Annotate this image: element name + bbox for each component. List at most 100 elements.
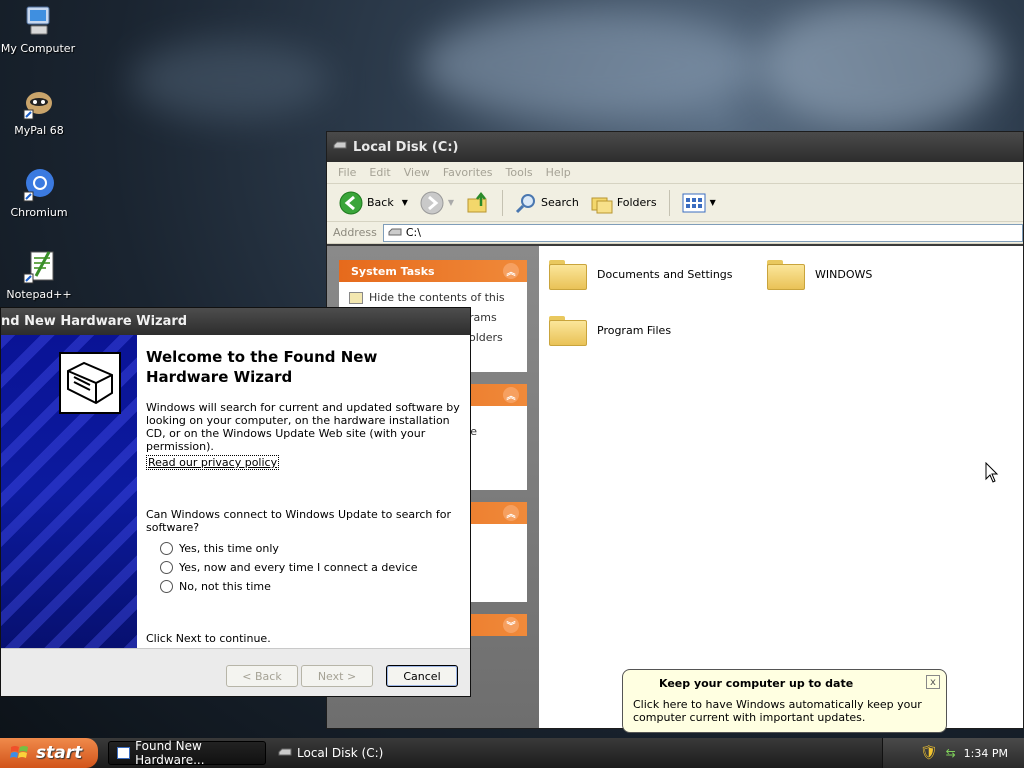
radio-button[interactable] <box>160 542 173 555</box>
forward-button[interactable]: ▼ <box>416 189 458 217</box>
menu-view[interactable]: View <box>404 166 430 179</box>
close-icon[interactable]: x <box>926 675 940 689</box>
folder-item[interactable]: WINDOWS <box>767 258 872 290</box>
radio-button[interactable] <box>160 580 173 593</box>
folder-item[interactable]: Documents and Settings <box>549 258 733 290</box>
expand-chevron-icon[interactable]: ︾ <box>503 617 519 633</box>
wizard-content: Welcome to the Found New Hardware Wizard… <box>137 335 470 648</box>
system-tasks-title: System Tasks <box>351 264 435 278</box>
taskbar-item-local-disk[interactable]: Local Disk (C:) <box>270 741 428 765</box>
address-label: Address <box>333 226 377 239</box>
clock[interactable]: 1:34 PM <box>964 747 1008 760</box>
folder-item[interactable]: Program Files <box>549 314 671 346</box>
menu-file[interactable]: File <box>338 166 356 179</box>
radio-option-this-time[interactable]: Yes, this time only <box>160 542 461 555</box>
collapse-chevron-icon[interactable]: ︽ <box>503 505 519 521</box>
taskbar-item-label: Found New Hardware... <box>135 739 205 767</box>
back-arrow-icon <box>339 191 363 214</box>
wizard-title: nd New Hardware Wizard <box>1 314 188 329</box>
update-notification-balloon[interactable]: Keep your computer up to date Click here… <box>622 669 947 733</box>
back-button[interactable]: Back ▼ <box>335 189 412 217</box>
computer-icon <box>21 4 55 38</box>
menu-tools[interactable]: Tools <box>506 166 533 179</box>
notepad-plus-plus-icon <box>22 250 56 284</box>
menu-favorites[interactable]: Favorites <box>443 166 493 179</box>
address-bar: Address C:\ <box>327 222 1023 244</box>
task-hide-contents-label: Hide the contents of this <box>369 291 505 304</box>
hardware-card-icon <box>59 352 121 414</box>
forward-arrow-icon <box>420 191 444 214</box>
up-folder-button[interactable] <box>462 189 494 217</box>
folders-icon <box>591 197 613 213</box>
desktop-icon-chromium[interactable]: Chromium <box>1 168 77 219</box>
privacy-policy-link[interactable]: Read our privacy policy <box>146 455 280 470</box>
mouse-cursor-icon <box>985 462 999 483</box>
search-label: Search <box>541 196 579 209</box>
drive-icon <box>278 748 292 756</box>
chevron-down-icon: ▼ <box>709 198 716 207</box>
desktop-icon-mypal[interactable]: MyPal 68 <box>1 86 77 137</box>
chevron-down-icon[interactable]: ▼ <box>402 198 408 207</box>
system-tasks-header[interactable]: System Tasks ︽ <box>339 260 527 282</box>
wizard-intro-text: Windows will search for current and upda… <box>146 401 460 453</box>
wizard-side-banner <box>1 335 137 648</box>
up-folder-icon <box>467 191 487 212</box>
toolbar-separator <box>668 189 670 216</box>
collapse-chevron-icon[interactable]: ︽ <box>503 387 519 403</box>
hardware-wizard-dialog[interactable]: nd New Hardware Wizard Welcome to the Fo… <box>0 307 471 697</box>
toolbar: Back ▼ ▼ Search Folders ▼ <box>327 184 1023 222</box>
wizard-titlebar[interactable]: nd New Hardware Wizard <box>1 308 470 335</box>
folder-icon <box>549 314 587 346</box>
desktop-icon-notepadpp[interactable]: Notepad++ <box>1 250 77 301</box>
collapse-chevron-icon[interactable]: ︽ <box>503 263 519 279</box>
system-tray: 🛡 ⇆ 1:34 PM <box>882 738 1024 768</box>
explorer-titlebar[interactable]: Local Disk (C:) <box>327 132 1023 162</box>
search-button[interactable]: Search <box>511 190 583 216</box>
wizard-question: Can Windows connect to Windows Update to… <box>146 508 452 534</box>
start-button[interactable]: start <box>0 738 98 768</box>
security-shield-icon[interactable]: 🛡 <box>920 745 938 761</box>
chromium-icon <box>22 168 56 202</box>
task-item-label: olders <box>469 331 503 344</box>
next-button[interactable]: Next > <box>301 665 373 687</box>
wizard-heading: Welcome to the Found New Hardware Wizard <box>146 348 378 386</box>
radio-option-label: No, not this time <box>179 580 271 593</box>
views-grid-icon <box>682 193 706 212</box>
back-button[interactable]: < Back <box>226 665 298 687</box>
chevron-down-icon[interactable]: ▼ <box>448 198 454 207</box>
radio-option-not-this-time[interactable]: No, not this time <box>160 580 461 593</box>
address-input[interactable]: C:\ <box>382 223 1023 242</box>
network-icon[interactable]: ⇆ <box>946 746 956 760</box>
cancel-button[interactable]: Cancel <box>386 665 458 687</box>
desktop-icon-my-computer[interactable]: My Computer <box>0 4 76 55</box>
folder-label: Program Files <box>597 323 672 337</box>
taskbar-item-hardware-wizard[interactable]: Found New Hardware... <box>108 739 266 767</box>
folder-icon <box>549 258 587 290</box>
radio-button[interactable] <box>160 561 173 574</box>
desktop-icon-label: Chromium <box>10 206 68 219</box>
radio-option-label: Yes, this time only <box>179 542 279 555</box>
folder-icon <box>767 258 805 290</box>
folder-label: WINDOWS <box>815 267 873 281</box>
menu-help[interactable]: Help <box>546 166 571 179</box>
wallpaper-cloud <box>130 40 330 120</box>
folders-label: Folders <box>616 196 657 209</box>
balloon-title: Keep your computer up to date <box>659 677 854 690</box>
drive-icon <box>333 140 347 155</box>
views-button[interactable]: ▼ <box>678 191 720 215</box>
wallpaper-cloud <box>760 0 1000 130</box>
task-hide-contents[interactable]: Hide the contents of this <box>349 288 517 308</box>
menu-edit[interactable]: Edit <box>369 166 390 179</box>
address-value: C:\ <box>405 226 421 239</box>
file-list: Documents and Settings WINDOWS Program F… <box>539 246 1023 728</box>
folders-button[interactable]: Folders <box>587 190 661 216</box>
drive-icon <box>388 228 402 235</box>
menu-bar: File Edit View Favorites Tools Help <box>327 162 1023 184</box>
desktop-icon-label: Notepad++ <box>6 288 72 301</box>
wallpaper-cloud <box>420 10 760 120</box>
search-icon <box>515 193 536 213</box>
radio-option-every-time[interactable]: Yes, now and every time I connect a devi… <box>160 561 461 574</box>
desktop-icon-label: MyPal 68 <box>14 124 64 137</box>
windows-logo-icon <box>10 746 28 758</box>
hide-icon <box>349 292 363 304</box>
